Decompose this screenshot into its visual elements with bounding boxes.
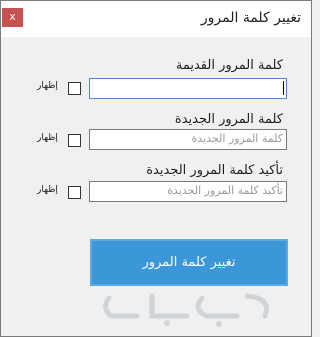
show-confirm-password-label: إظهار (37, 185, 58, 195)
show-old-password-checkbox[interactable] (68, 82, 81, 95)
new-password-placeholder: كلمة المرور الجديدة (191, 132, 283, 145)
show-new-password-label: إظهار (37, 133, 58, 143)
show-old-password-label: إظهار (37, 81, 58, 91)
show-new-password-checkbox[interactable] (68, 134, 81, 147)
window-title: تغيير كلمة المرور (200, 10, 301, 26)
show-confirm-password-checkbox[interactable] (68, 186, 81, 199)
confirm-password-label: تأكيد كلمة المرور الجديدة (146, 163, 283, 178)
text-caret (283, 81, 284, 95)
title-bar: x تغيير كلمة المرور (1, 1, 311, 37)
new-password-input[interactable]: كلمة المرور الجديدة (89, 129, 287, 150)
change-password-button[interactable]: تغيير كلمة المرور (90, 239, 288, 286)
confirm-password-input[interactable]: تأكيد كلمة المرور الجديدة (89, 181, 287, 202)
new-password-label: كلمة المرور الجديدة (174, 112, 283, 127)
old-password-input[interactable] (89, 78, 287, 99)
close-icon: x (9, 10, 16, 23)
old-password-label: كلمة المرور القديمة (175, 58, 283, 73)
change-password-window: x تغيير كلمة المرور كلمة المرور القديمة … (0, 0, 312, 337)
confirm-password-placeholder: تأكيد كلمة المرور الجديدة (167, 184, 283, 197)
watermark-logo (103, 293, 269, 327)
close-button[interactable]: x (2, 8, 23, 27)
